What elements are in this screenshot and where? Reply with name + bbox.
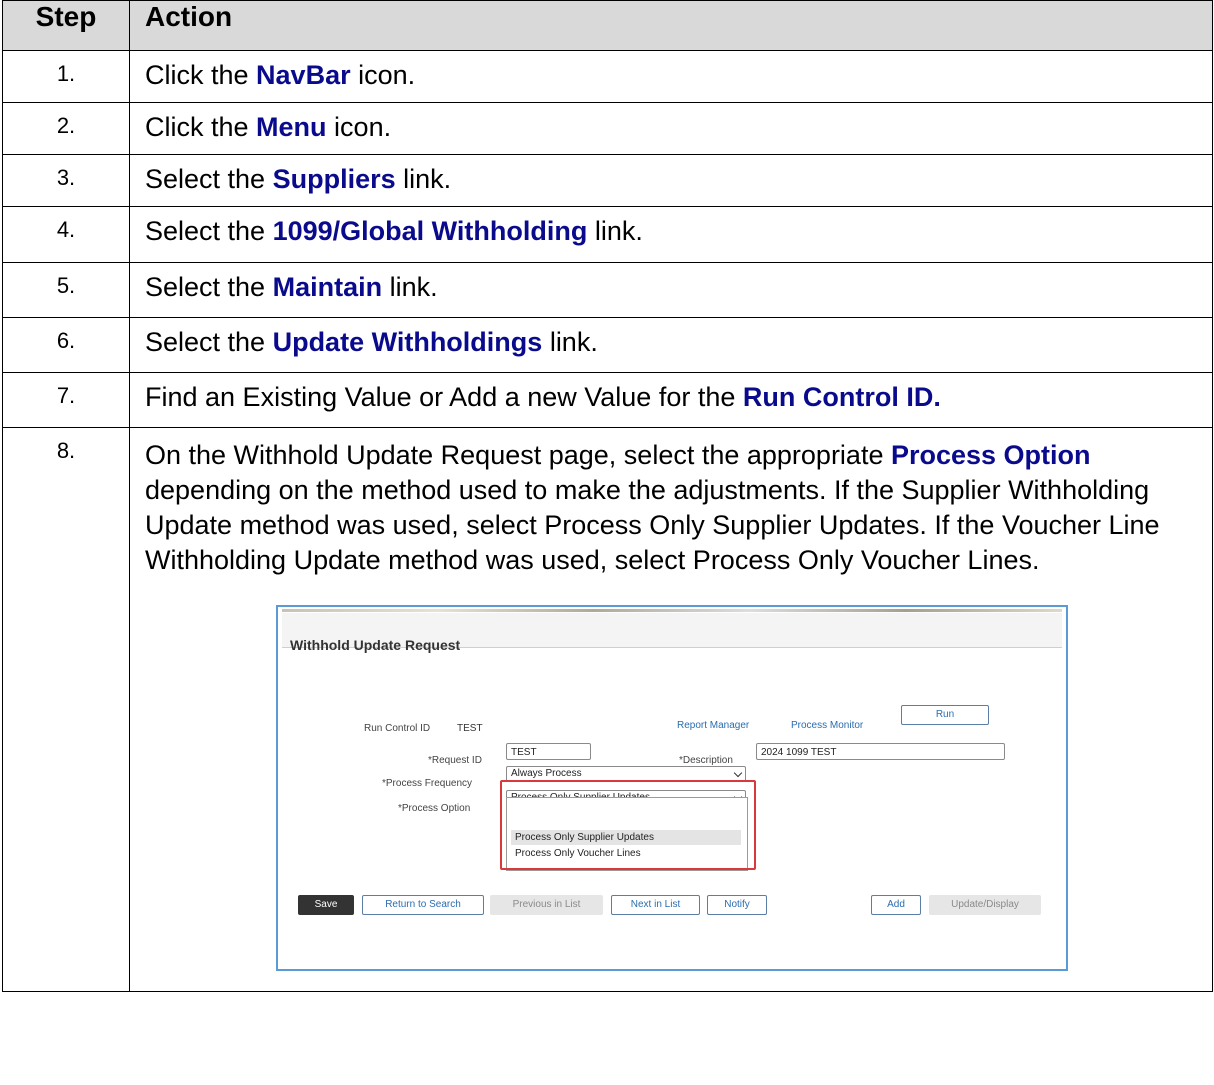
step-number: 6.	[2, 317, 130, 373]
step-keyword: Menu	[256, 112, 327, 142]
step-text-pre: Click the	[145, 60, 257, 90]
step-text-pre: Select the	[145, 164, 273, 194]
step-text-post: link.	[395, 164, 452, 194]
step-row: 5. Select the Maintain link.	[2, 262, 1213, 318]
step-text-post: link.	[587, 216, 643, 246]
save-button[interactable]: Save	[298, 895, 354, 915]
step-text-post: icon.	[350, 60, 416, 90]
page-title: Withhold Update Request	[290, 637, 461, 653]
next-in-list-button[interactable]: Next in List	[611, 895, 700, 915]
step-number: 2.	[2, 102, 130, 155]
update-display-button[interactable]: Update/Display	[929, 895, 1041, 915]
add-button[interactable]: Add	[871, 895, 921, 915]
step-number: 4.	[2, 206, 130, 263]
step-text: Select the Maintain link.	[129, 262, 1213, 318]
step-number: 1.	[2, 50, 130, 103]
step-text: Click the NavBar icon.	[129, 50, 1213, 103]
highlight-box	[500, 780, 756, 870]
header-row: Step Action	[2, 0, 1213, 51]
step-text-pre: Click the	[145, 112, 257, 142]
step-text: Select the Update Withholdings link.	[129, 317, 1213, 373]
step-text-pre: Select the	[145, 216, 273, 246]
step-paragraph: On the Withhold Update Request page, sel…	[145, 436, 1198, 578]
process-monitor-link[interactable]: Process Monitor	[791, 709, 863, 742]
step-row: 4. Select the 1099/Global Withholding li…	[2, 206, 1213, 263]
step-keyword: Process Option	[890, 440, 1091, 470]
step-text-pre: On the Withhold Update Request page, sel…	[145, 440, 891, 470]
step-number: 5.	[2, 262, 130, 318]
step-text-post: link.	[542, 327, 598, 357]
report-manager-link[interactable]: Report Manager	[677, 709, 749, 742]
process-frequency-value: Always Process	[511, 768, 582, 779]
run-control-value: TEST	[457, 723, 483, 734]
banner-strip	[282, 609, 1062, 612]
run-button[interactable]: Run	[901, 705, 989, 725]
step-text-post: icon.	[326, 112, 392, 142]
step-number: 8.	[2, 427, 130, 992]
step-text: Click the Menu icon.	[129, 102, 1213, 155]
step-row: 8. On the Withhold Update Request page, …	[2, 427, 1213, 992]
step-keyword: 1099/Global Withholding	[272, 216, 588, 246]
embedded-screenshot: Withhold Update Request Run Control ID T…	[276, 605, 1068, 971]
step-text: Select the Suppliers link.	[129, 154, 1213, 207]
step-text: On the Withhold Update Request page, sel…	[129, 427, 1213, 992]
step-text-pre: Find an Existing Value or Add a new Valu…	[145, 382, 743, 412]
description-input[interactable]: 2024 1099 TEST	[756, 743, 1005, 760]
step-number: 7.	[2, 372, 130, 428]
step-text: Find an Existing Value or Add a new Valu…	[129, 372, 1213, 428]
procedure-table: Step Action 1. Click the NavBar icon. 2.…	[2, 0, 1213, 992]
action-header: Action	[129, 0, 1213, 51]
step-text-pre: Select the	[145, 272, 273, 302]
notify-button[interactable]: Notify	[707, 895, 767, 915]
step-keyword: Update Withholdings	[272, 327, 543, 357]
step-row: 1. Click the NavBar icon.	[2, 50, 1213, 103]
step-header: Step	[2, 0, 130, 51]
process-option-label: *Process Option	[398, 803, 471, 814]
step-keyword: NavBar	[256, 60, 351, 90]
step-text-pre: Select the	[145, 327, 273, 357]
step-keyword: Maintain	[272, 272, 383, 302]
step-number: 3.	[2, 154, 130, 207]
step-text-post: link.	[382, 272, 438, 302]
run-control-label: Run Control ID	[364, 723, 431, 734]
previous-in-list-button[interactable]: Previous in List	[490, 895, 603, 915]
step-text-post: depending on the method used to make the…	[145, 475, 1160, 575]
step-row: 7. Find an Existing Value or Add a new V…	[2, 372, 1213, 428]
return-to-search-button[interactable]: Return to Search	[362, 895, 484, 915]
step-row: 2. Click the Menu icon.	[2, 102, 1213, 155]
step-keyword: Suppliers	[272, 164, 396, 194]
request-id-input[interactable]: TEST	[506, 743, 591, 760]
step-row: 3. Select the Suppliers link.	[2, 154, 1213, 207]
step-keyword: Run Control ID.	[742, 382, 941, 412]
step-row: 6. Select the Update Withholdings link.	[2, 317, 1213, 373]
chevron-down-icon	[733, 768, 743, 778]
page-header: Withhold Update Request	[282, 613, 1062, 653]
step-text: Select the 1099/Global Withholding link.	[129, 206, 1213, 263]
